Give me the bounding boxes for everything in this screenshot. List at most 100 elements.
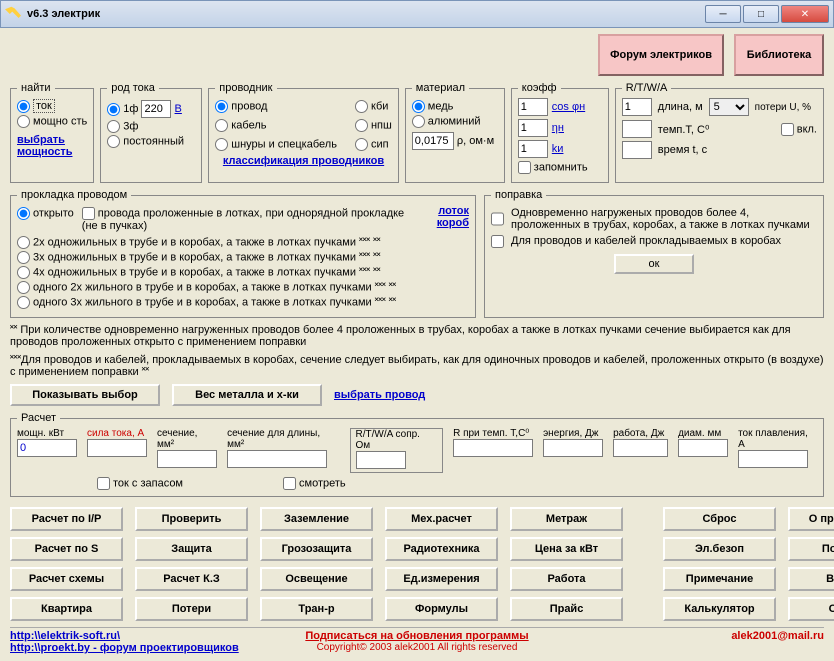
btn-shortcircuit[interactable]: Расчет К.З [135,567,248,591]
btn-ground[interactable]: Заземление [260,507,373,531]
rho-input[interactable] [412,132,454,150]
forum-button[interactable]: Форум электриков [598,34,724,76]
calc-rtwa-sub: R/T/W/A сопр. Ом [350,428,444,473]
library-button[interactable]: Библиотека [734,34,824,76]
btn-formulas[interactable]: Формулы [385,597,498,621]
ki-link[interactable]: kи [552,143,564,155]
loss-label: потери U, % [755,102,811,113]
btn-elsafe[interactable]: Эл.безоп [663,537,776,561]
sip-option[interactable]: сип [355,138,392,151]
footer-email[interactable]: alek2001@mail.ru [529,630,824,654]
btn-protect[interactable]: Защита [135,537,248,561]
btn-lightning[interactable]: Грозозащита [260,537,373,561]
loss-select[interactable]: 5 [709,98,749,116]
calc-diam-input[interactable] [678,439,728,457]
remember-check[interactable]: запомнить [518,161,602,174]
btn-losses[interactable]: Потери [135,597,248,621]
calc-energy-input[interactable] [543,439,603,457]
btn-about[interactable]: О программе [788,507,834,531]
aluminum-option[interactable]: алюминий [412,115,498,128]
laying-o3[interactable]: 4х одножильных в трубе и в коробах, а та… [17,266,469,279]
laying-open-option[interactable]: открыто [17,207,74,232]
coeff-cos-input[interactable] [518,98,548,116]
classification-link[interactable]: классификация проводников [215,155,392,167]
btn-schema[interactable]: Расчет схемы [10,567,123,591]
btn-check[interactable]: Проверить [135,507,248,531]
coeff-eta-input[interactable] [518,119,548,137]
calc-power-input[interactable] [17,439,77,457]
calc-melt-input[interactable] [738,450,808,468]
maximize-button[interactable]: □ [743,5,779,23]
laying-o1[interactable]: 2х одножильных в трубе и в коробах, а та… [17,236,469,249]
btn-calc-ip[interactable]: Расчет по I/P [10,507,123,531]
dc-option[interactable]: постоянный [107,135,195,148]
btn-work[interactable]: Работа [510,567,623,591]
voltage-input[interactable] [141,100,171,118]
btn-lighting[interactable]: Освещение [260,567,373,591]
coeff-ki-input[interactable] [518,140,548,158]
select-power-link[interactable]: выбрать мощность [17,134,87,158]
incl-check[interactable]: вкл. [781,123,817,136]
find-power-option[interactable]: мощно сть [17,115,87,128]
cable-option[interactable]: кабель [215,119,337,132]
laying-o4[interactable]: одного 2х жильного в трубе и в коробах, … [17,281,469,294]
btn-price[interactable]: Прайс [510,597,623,621]
tray-link[interactable]: лоток короб [425,205,469,234]
footer-subscribe[interactable]: Подписаться на обновления программы [305,630,528,642]
copper-option[interactable]: медь [412,100,498,113]
margin-check[interactable]: ток с запасом [97,477,183,490]
btn-radio[interactable]: Радиотехника [385,537,498,561]
laying-o5[interactable]: одного 3х жильного в трубе и в коробах, … [17,296,469,309]
btn-units[interactable]: Ед.измерения [385,567,498,591]
view-check[interactable]: смотреть [283,477,346,490]
btn-length[interactable]: Метраж [510,507,623,531]
calc-rtwa-input[interactable] [356,451,406,469]
temp-input[interactable] [622,120,652,138]
kbi-option[interactable]: кби [355,100,392,113]
footer-url2[interactable]: http:\\proekt.by - форум проектировщиков [10,642,305,654]
wire-option[interactable]: провод [215,100,337,113]
btn-exit[interactable]: Выход [788,567,834,591]
find-tok-option[interactable]: ток [17,100,87,113]
calc-rtemp-input[interactable] [453,439,533,457]
btn-mech[interactable]: Мех.расчет [385,507,498,531]
btn-transformer[interactable]: Тран-р [260,597,373,621]
calc-rtwa-label: R/T/W/A сопр. Ом [356,429,438,451]
cos-link[interactable]: cos φн [552,101,585,113]
btn-calc[interactable]: Калькулятор [663,597,776,621]
laying-open-note-check[interactable]: провода проложенные в лотках, при одноря… [82,207,417,232]
calc-sectionlen-input[interactable] [227,450,327,468]
laying-o2[interactable]: 3х одножильных в трубе и в коробах, а та… [17,251,469,264]
calc-work-input[interactable] [613,439,668,457]
volt-link[interactable]: В [175,103,182,115]
calc-group: Расчет мощн. кВт сила тока, А сечение, м… [10,412,824,497]
btn-flat[interactable]: Квартира [10,597,123,621]
phase1-option[interactable]: 1ф В [107,100,195,118]
correction-c1[interactable]: Одновременно нагруженых проводов более 4… [491,207,817,231]
phase3-option[interactable]: 3ф [107,120,195,133]
correction-c2[interactable]: Для проводов и кабелей прокладываемых в … [491,235,817,248]
correction-ok-button[interactable]: ок [614,254,694,274]
btn-report[interactable]: Отчет [788,597,834,621]
close-button[interactable]: ✕ [781,5,829,23]
btn-note[interactable]: Примечание [663,567,776,591]
metal-weight-button[interactable]: Вес металла и х-ки [172,384,322,406]
footer-url1[interactable]: http:\\elektrik-soft.ru\ [10,630,305,642]
rho-label: ρ, ом·м [457,135,494,147]
btn-calc-s[interactable]: Расчет по S [10,537,123,561]
btn-help[interactable]: Помощь [788,537,834,561]
btn-reset[interactable]: Сброс [663,507,776,531]
npsh-option[interactable]: нпш [355,119,392,132]
select-wire-link[interactable]: выбрать провод [334,389,425,401]
correction-group: поправка Одновременно нагруженых проводо… [484,189,824,318]
titlebar: v6.3 электрик ─ □ ✕ [0,0,834,28]
cords-option[interactable]: шнуры и спецкабель [215,138,337,151]
btn-price-kw[interactable]: Цена за кВт [510,537,623,561]
calc-current-input[interactable] [87,439,147,457]
eta-link[interactable]: ηн [552,122,564,134]
time-input[interactable] [622,141,652,159]
show-selection-button[interactable]: Показывать выбор [10,384,160,406]
minimize-button[interactable]: ─ [705,5,741,23]
length-input[interactable] [622,98,652,116]
calc-section-input[interactable] [157,450,217,468]
